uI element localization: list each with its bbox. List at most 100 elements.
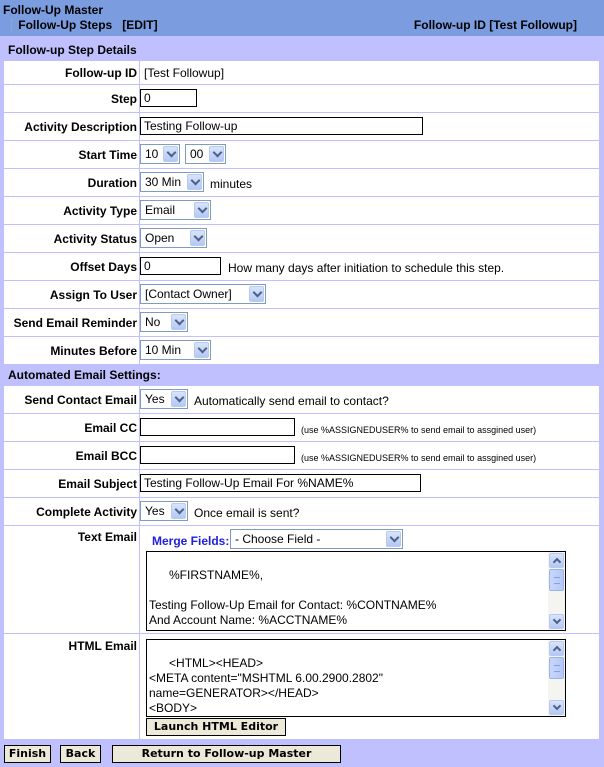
start-time-label: Start Time <box>78 148 137 162</box>
scroll-down-icon[interactable] <box>549 700 564 715</box>
send-contact-email-select[interactable]: Yes <box>140 389 188 409</box>
duration-value: 30 Min <box>145 175 182 189</box>
row-minutes-before: Minutes Before 10 Min <box>4 337 599 364</box>
launch-html-editor-button[interactable]: Launch HTML Editor <box>146 718 286 736</box>
email-bcc-input[interactable] <box>140 446 295 464</box>
mode-badge: [EDIT] <box>122 18 158 32</box>
email-cc-hint: (use %ASSIGNEDUSER% to send email to ass… <box>301 425 537 435</box>
chevron-down-icon <box>171 391 186 407</box>
header-bar: Follow-Up Master ┆ Follow-Up Steps [EDIT]… <box>0 0 604 36</box>
duration-select[interactable]: 30 Min <box>140 172 204 192</box>
email-subject-label: Email Subject <box>58 477 137 491</box>
text-email-textarea[interactable]: %FIRSTNAME%, Testing Follow-Up Email for… <box>146 551 566 631</box>
email-subject-input[interactable] <box>140 474 421 492</box>
row-html-email: HTML Email <HTML><HEAD> <META content="M… <box>4 634 599 739</box>
chevron-down-icon <box>209 146 224 162</box>
send-email-reminder-label: Send Email Reminder <box>13 316 137 330</box>
row-assign-to-user: Assign To User [Contact Owner] <box>4 281 599 309</box>
send-email-reminder-value: No <box>145 315 161 329</box>
email-bcc-hint: (use %ASSIGNEDUSER% to send email to ass… <box>301 453 537 463</box>
complete-activity-value: Yes <box>145 504 165 518</box>
email-bcc-label: Email BCC <box>75 449 137 463</box>
chevron-down-icon <box>386 531 401 547</box>
scroll-thumb[interactable] <box>549 657 564 679</box>
scroll-up-icon[interactable] <box>549 553 564 568</box>
chevron-down-icon <box>163 146 178 162</box>
minutes-before-label: Minutes Before <box>50 344 137 358</box>
chevron-down-icon <box>190 230 205 246</box>
merge-fields-select[interactable]: - Choose Field - <box>230 529 403 549</box>
row-activity-status: Activity Status Open <box>4 225 599 253</box>
row-text-email: Text Email Merge Fields: - Choose Field … <box>4 526 599 634</box>
row-followup-id: Follow-up ID [Test Followup] <box>4 61 599 85</box>
scroll-up-icon[interactable] <box>549 641 564 656</box>
text-email-label: Text Email <box>77 530 137 544</box>
section-email-settings: Automated Email Settings: <box>0 364 599 386</box>
start-minute-select[interactable]: 00 <box>185 144 226 164</box>
send-contact-email-label: Send Contact Email <box>24 393 137 407</box>
activity-type-select[interactable]: Email <box>140 200 211 220</box>
html-email-textarea[interactable]: <HTML><HEAD> <META content="MSHTML 6.00.… <box>146 639 566 717</box>
html-email-scrollbar[interactable] <box>548 640 565 716</box>
text-email-scrollbar[interactable] <box>548 552 565 630</box>
duration-suffix: minutes <box>210 177 253 191</box>
activity-description-input[interactable] <box>140 117 423 135</box>
breadcrumb: ┆ Follow-Up Steps [EDIT] <box>8 18 158 32</box>
row-activity-description: Activity Description <box>4 113 599 141</box>
complete-activity-hint: Once email is sent? <box>194 506 300 520</box>
offset-days-hint: How many days after initiation to schedu… <box>228 261 505 275</box>
complete-activity-label: Complete Activity <box>36 505 137 519</box>
row-send-email-reminder: Send Email Reminder No <box>4 309 599 337</box>
email-settings-panel: Send Contact Email Yes Automatically sen… <box>4 386 599 739</box>
chevron-down-icon <box>249 286 264 302</box>
minutes-before-value: 10 Min <box>145 343 182 357</box>
followup-id-value: [Test Followup] <box>144 66 225 80</box>
merge-fields-value: - Choose Field - <box>235 532 321 546</box>
followup-id-label: Follow-up ID <box>65 66 137 80</box>
section-step-details: Follow-up Step Details <box>0 39 599 61</box>
activity-type-value: Email <box>145 203 176 217</box>
duration-label: Duration <box>87 176 137 190</box>
start-minute-value: 00 <box>190 147 204 161</box>
chevron-down-icon <box>194 202 209 218</box>
row-send-contact-email: Send Contact Email Yes Automatically sen… <box>4 386 599 414</box>
activity-type-label: Activity Type <box>63 204 137 218</box>
step-details-panel: Follow-up ID [Test Followup] Step Activi… <box>4 61 599 364</box>
step-label: Step <box>110 92 137 106</box>
followup-id-header: Follow-up ID [Test Followup] <box>413 18 577 32</box>
activity-status-value: Open <box>145 231 175 245</box>
app-title: Follow-Up Master <box>3 3 104 17</box>
row-duration: Duration 30 Min minutes <box>4 169 599 197</box>
start-hour-value: 10 <box>145 147 159 161</box>
chevron-down-icon <box>194 342 209 358</box>
tree-connector-icon: ┆ <box>8 18 16 32</box>
merge-fields-label: Merge Fields: <box>152 534 230 548</box>
chevron-down-icon <box>171 314 186 330</box>
send-email-reminder-select[interactable]: No <box>140 312 188 332</box>
row-start-time: Start Time 10 00 <box>4 141 599 169</box>
row-email-bcc: Email BCC (use %ASSIGNEDUSER% to send em… <box>4 442 599 470</box>
activity-status-label: Activity Status <box>53 232 137 246</box>
start-hour-select[interactable]: 10 <box>140 144 180 164</box>
breadcrumb-followup-steps[interactable]: Follow-Up Steps <box>18 18 112 32</box>
email-cc-input[interactable] <box>140 418 295 436</box>
finish-button[interactable]: Finish <box>4 745 51 763</box>
html-email-body: <HTML><HEAD> <META content="MSHTML 6.00.… <box>149 656 383 715</box>
scroll-thumb[interactable] <box>549 569 564 591</box>
offset-days-label: Offset Days <box>70 260 137 274</box>
activity-description-label: Activity Description <box>24 120 137 134</box>
complete-activity-select[interactable]: Yes <box>140 501 188 521</box>
assign-to-user-select[interactable]: [Contact Owner] <box>140 284 266 304</box>
back-button[interactable]: Back <box>60 745 101 763</box>
send-contact-email-value: Yes <box>145 392 165 406</box>
send-contact-email-hint: Automatically send email to contact? <box>194 394 389 408</box>
offset-days-input[interactable] <box>140 257 221 275</box>
step-input[interactable] <box>140 89 197 107</box>
minutes-before-select[interactable]: 10 Min <box>140 340 211 360</box>
return-to-master-button[interactable]: Return to Follow-up Master <box>112 745 341 763</box>
activity-status-select[interactable]: Open <box>140 228 207 248</box>
row-email-cc: Email CC (use %ASSIGNEDUSER% to send ema… <box>4 414 599 442</box>
assign-to-user-value: [Contact Owner] <box>145 287 232 301</box>
scroll-down-icon[interactable] <box>549 614 564 629</box>
text-email-body: %FIRSTNAME%, Testing Follow-Up Email for… <box>149 568 437 627</box>
